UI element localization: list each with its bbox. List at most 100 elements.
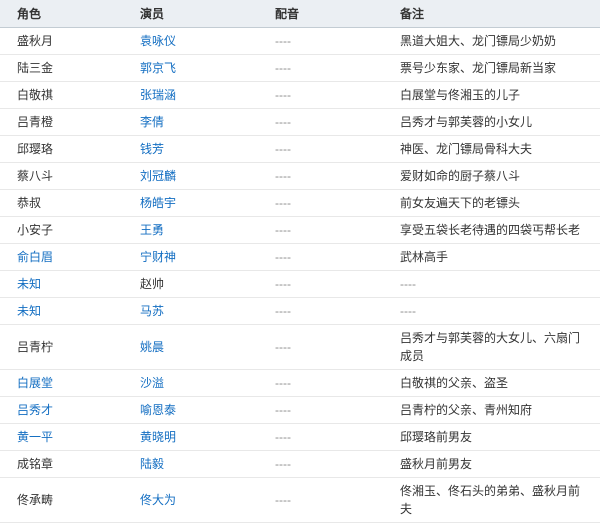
role-link[interactable]: 吕秀才 — [17, 403, 53, 417]
actor-link[interactable]: 王勇 — [140, 223, 164, 237]
actor-link[interactable]: 李倩 — [140, 115, 164, 129]
table-row: 成铭章陆毅----盛秋月前男友 — [0, 450, 600, 477]
table-row: 俞白眉 宁财神 ---- 武林高手 — [0, 243, 600, 270]
role-text: 蔡八斗 — [17, 169, 53, 183]
dub-cell: ---- — [258, 369, 383, 396]
dub-cell: ---- — [258, 108, 383, 135]
note-cell: 佟湘玉、佟石头的弟弟、盛秋月前夫 — [383, 477, 600, 522]
dub-placeholder: ---- — [275, 223, 291, 237]
dub-placeholder: ---- — [275, 304, 291, 318]
table-row: 陆三金 郭京飞 ----票号少东家、龙门镖局新当家 — [0, 54, 600, 81]
role-link[interactable]: 俞白眉 — [17, 250, 53, 264]
actor-cell: 马苏 — [123, 297, 258, 324]
actor-link[interactable]: 钱芳 — [140, 142, 164, 156]
table-row: 吕青橙 李倩 ---- 吕秀才与郭芙蓉的小女儿 — [0, 108, 600, 135]
role-cell: 吕青柠 — [0, 324, 123, 369]
note-text: 黑道大姐大、龙门镖局少奶奶 — [400, 34, 556, 48]
role-cell: 小安子 — [0, 216, 123, 243]
role-text: 邱璎珞 — [17, 142, 53, 156]
dub-cell: ---- — [258, 216, 383, 243]
role-link[interactable]: 白展堂 — [17, 376, 53, 390]
actor-cell: 杨皓宇 — [123, 189, 258, 216]
actor-cell: 杜淳 — [123, 522, 258, 526]
dub-cell: ---- — [258, 81, 383, 108]
role-link[interactable]: 未知 — [17, 304, 41, 318]
actor-link[interactable]: 刘冠麟 — [140, 169, 176, 183]
note-text: 邱璎珞前男友 — [400, 430, 472, 444]
table-row: 邱璎珞 钱芳 ---- 神医、龙门镖局骨科大夫 — [0, 135, 600, 162]
actor-cell: 宁财神 — [123, 243, 258, 270]
actor-cell: 张瑞涵 — [123, 81, 258, 108]
role-link[interactable]: 未知 — [17, 277, 41, 291]
role-cell: 白展堂 — [0, 369, 123, 396]
dub-placeholder: ---- — [275, 142, 291, 156]
actor-link[interactable]: 姚晨 — [140, 340, 164, 354]
actor-link[interactable]: 郭京飞 — [140, 61, 176, 75]
actor-link[interactable]: 陆毅 — [140, 457, 164, 471]
dub-cell: ---- — [258, 477, 383, 522]
role-text: 白敬祺 — [17, 88, 53, 102]
actor-text: 赵帅 — [140, 277, 164, 291]
actor-link[interactable]: 喻恩泰 — [140, 403, 176, 417]
note-cell: 盛秋月前男友 — [383, 450, 600, 477]
role-cell: 陆三金 — [0, 54, 123, 81]
dub-cell: ---- — [258, 396, 383, 423]
role-cell: 未知 — [0, 522, 123, 526]
role-cell: 佟承畴 — [0, 477, 123, 522]
note-cell: ---- — [383, 297, 600, 324]
note-text: ---- — [400, 277, 416, 291]
note-cell: 吕青柠的父亲、青州知府 — [383, 396, 600, 423]
dub-cell: ---- — [258, 522, 383, 526]
actor-link[interactable]: 佟大为 — [140, 493, 176, 507]
note-cell: 黑道大姐大、龙门镖局少奶奶 — [383, 27, 600, 54]
dub-placeholder: ---- — [275, 169, 291, 183]
note-text: 享受五袋长老待遇的四袋丐帮长老 — [400, 223, 580, 237]
actor-cell: 陆毅 — [123, 450, 258, 477]
note-text: 武林高手 — [400, 250, 448, 264]
table-row: 黄一平 黄晓明 ---- 邱璎珞前男友 — [0, 423, 600, 450]
dub-cell: ---- — [258, 54, 383, 81]
note-text: 白展堂与佟湘玉的儿子 — [400, 88, 520, 102]
dub-cell: ---- — [258, 27, 383, 54]
role-link[interactable]: 黄一平 — [17, 430, 53, 444]
actor-link[interactable]: 黄晓明 — [140, 430, 176, 444]
note-cell: 神医、龙门镖局骨科大夫 — [383, 135, 600, 162]
dub-placeholder: ---- — [275, 430, 291, 444]
table-row: 恭叔杨皓宇----前女友遍天下的老镖头 — [0, 189, 600, 216]
actor-link[interactable]: 沙溢 — [140, 376, 164, 390]
actor-link[interactable]: 马苏 — [140, 304, 164, 318]
dub-cell: ---- — [258, 189, 383, 216]
actor-link[interactable]: 宁财神 — [140, 250, 176, 264]
table-row: 白敬祺 张瑞涵 ---- 白展堂与佟湘玉的儿子 — [0, 81, 600, 108]
role-cell: 白敬祺 — [0, 81, 123, 108]
cast-table-header: 角色演员配音备注 — [0, 0, 600, 27]
column-header-note: 备注 — [383, 0, 600, 27]
actor-cell: 郭京飞 — [123, 54, 258, 81]
role-text: 小安子 — [17, 223, 53, 237]
actor-link[interactable]: 张瑞涵 — [140, 88, 176, 102]
actor-cell: 佟大为 — [123, 477, 258, 522]
table-row: 吕秀才 喻恩泰 ----吕青柠的父亲、青州知府 — [0, 396, 600, 423]
dub-placeholder: ---- — [275, 250, 291, 264]
dub-placeholder: ---- — [275, 115, 291, 129]
note-text: 吕秀才与郭芙蓉的小女儿 — [400, 115, 532, 129]
role-text: 吕青橙 — [17, 115, 53, 129]
actor-link[interactable]: 杨皓宇 — [140, 196, 176, 210]
table-row: 未知 马苏 ---- ---- — [0, 297, 600, 324]
note-cell: 吕秀才与郭芙蓉的小女儿 — [383, 108, 600, 135]
note-text: 盛秋月前男友 — [400, 457, 472, 471]
note-cell: 享受五袋长老待遇的四袋丐帮长老 — [383, 216, 600, 243]
role-text: 成铭章 — [17, 457, 53, 471]
note-cell: 白敬祺的父亲、盗圣 — [383, 369, 600, 396]
note-cell: 票号少东家、龙门镖局新当家 — [383, 54, 600, 81]
cast-table: 角色演员配音备注 盛秋月袁咏仪----黑道大姐大、龙门镖局少奶奶陆三金郭京飞--… — [0, 0, 600, 526]
actor-link[interactable]: 袁咏仪 — [140, 34, 176, 48]
note-cell: ---- — [383, 270, 600, 297]
dub-placeholder: ---- — [275, 493, 291, 507]
dub-cell: ---- — [258, 423, 383, 450]
table-row: 未知赵帅-------- — [0, 270, 600, 297]
dub-placeholder: ---- — [275, 376, 291, 390]
table-row: 未知杜淳----“斜轿”教主 — [0, 522, 600, 526]
note-cell: 爱财如命的厨子蔡八斗 — [383, 162, 600, 189]
dub-cell: ---- — [258, 162, 383, 189]
